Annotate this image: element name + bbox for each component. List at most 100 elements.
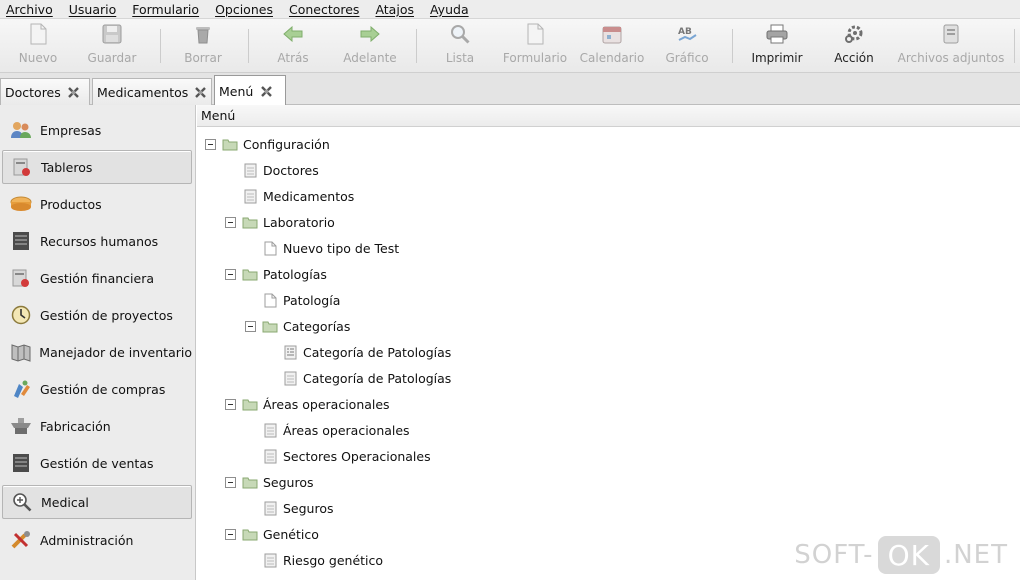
toolbar: Nuevo Guardar Borrar Atrás Adelante List… — [0, 19, 1020, 73]
floppy-disk-icon — [101, 23, 123, 45]
form-icon — [262, 552, 278, 568]
sidebar-item-medical[interactable]: Medical — [2, 485, 192, 519]
menubar: Archivo Usuario Formulario Opciones Cone… — [0, 0, 1020, 19]
collapse-toggle-icon[interactable] — [245, 320, 256, 332]
action-button[interactable]: Acción — [826, 23, 882, 69]
tree-node-sectores-operacionales[interactable]: Sectores Operacionales — [262, 445, 431, 467]
sidebar-item-gestion-proyectos[interactable]: Gestión de proyectos — [2, 298, 192, 332]
sidebar-item-inventario[interactable]: Manejador de inventario — [2, 335, 192, 369]
tree-node-configuracion[interactable]: Configuración — [205, 133, 330, 155]
tab-doctores[interactable]: Doctores — [0, 78, 90, 105]
collapse-toggle-icon[interactable] — [225, 476, 236, 488]
delete-button[interactable]: Borrar — [176, 23, 230, 69]
printer-icon — [766, 23, 788, 45]
menu-formulario[interactable]: Formulario — [132, 2, 199, 17]
toolbar-separator — [248, 29, 249, 63]
tree-node-categoria-patologias-form[interactable]: Categoría de Patologías — [282, 367, 451, 389]
watermark-box: OK — [877, 536, 940, 574]
sidebar-item-productos[interactable]: Productos — [2, 187, 192, 221]
attachments-button[interactable]: Archivos adjuntos — [896, 23, 1006, 69]
tree-node-genetico[interactable]: Genético — [225, 523, 319, 545]
form-icon — [242, 188, 258, 204]
tree-node-seguros-folder[interactable]: Seguros — [225, 471, 314, 493]
folder-icon — [242, 214, 258, 230]
tree-node-laboratorio[interactable]: Laboratorio — [225, 211, 335, 233]
menu-opciones[interactable]: Opciones — [215, 2, 273, 17]
magnifier-icon — [449, 23, 471, 45]
new-button[interactable]: Nuevo — [10, 23, 66, 69]
menu-usuario[interactable]: Usuario — [69, 2, 117, 17]
trash-icon — [192, 23, 214, 45]
sidebar-item-gestion-compras[interactable]: Gestión de compras — [2, 372, 192, 406]
tree-node-seguros[interactable]: Seguros — [262, 497, 334, 519]
forward-button[interactable]: Adelante — [340, 23, 400, 69]
dashboard-icon — [11, 156, 33, 178]
form-button[interactable]: Formulario — [502, 23, 568, 69]
toolbar-separator — [160, 29, 161, 63]
close-icon[interactable] — [194, 85, 207, 99]
panel-title: Menú — [201, 108, 236, 123]
form-icon — [262, 500, 278, 516]
list-button[interactable]: Lista — [436, 23, 484, 69]
tree-node-nuevo-tipo-test[interactable]: Nuevo tipo de Test — [262, 237, 399, 259]
tab-bar: Doctores Medicamentos Menú — [0, 73, 1020, 106]
print-button[interactable]: Imprimir — [748, 23, 806, 69]
back-button[interactable]: Atrás — [266, 23, 320, 69]
menu-conectores[interactable]: Conectores — [289, 2, 359, 17]
watermark-left: SOFT- — [794, 540, 874, 570]
collapse-toggle-icon[interactable] — [225, 268, 236, 280]
tools-icon — [10, 529, 32, 551]
sidebar-item-recursos-humanos[interactable]: Recursos humanos — [2, 224, 192, 258]
panel-header: Menú — [197, 105, 1020, 127]
toolbar-separator — [416, 29, 417, 63]
tree-node-doctores[interactable]: Doctores — [242, 159, 319, 181]
folder-icon — [262, 318, 278, 334]
form-icon — [262, 422, 278, 438]
sidebar-item-administracion[interactable]: Administración — [2, 523, 192, 557]
svg-text:AB: AB — [678, 27, 692, 37]
sidebar-item-fabricacion[interactable]: Fabricación — [2, 409, 192, 443]
tree-node-patologia[interactable]: Patología — [262, 289, 340, 311]
tree-node-categorias[interactable]: Categorías — [245, 315, 350, 337]
module-sidebar: Empresas Tableros Productos Recursos hum… — [0, 105, 196, 580]
sidebar-item-gestion-ventas[interactable]: Gestión de ventas — [2, 446, 192, 480]
tree-node-areas-operacionales[interactable]: Áreas operacionales — [225, 393, 390, 415]
collapse-toggle-icon[interactable] — [205, 138, 216, 150]
new-document-icon — [27, 23, 49, 45]
tab-menu[interactable]: Menú — [214, 75, 286, 106]
sidebar-item-gestion-financiera[interactable]: Gestión financiera — [2, 261, 192, 295]
close-icon[interactable] — [67, 85, 81, 99]
menu-archivo[interactable]: Archivo — [6, 2, 53, 17]
sidebar-item-tableros[interactable]: Tableros — [2, 150, 192, 184]
calendar-button[interactable]: Calendario — [578, 23, 646, 69]
folder-icon — [242, 474, 258, 490]
sidebar-item-empresas[interactable]: Empresas — [2, 113, 192, 147]
menu-ayuda[interactable]: Ayuda — [430, 2, 469, 17]
collapse-toggle-icon[interactable] — [225, 528, 236, 540]
close-icon[interactable] — [259, 84, 273, 98]
collapse-toggle-icon[interactable] — [225, 398, 236, 410]
form-icon — [262, 448, 278, 464]
chart-button[interactable]: AB Gráfico — [660, 23, 714, 69]
folder-icon — [222, 136, 238, 152]
toolbar-separator — [732, 29, 733, 63]
tab-medicamentos[interactable]: Medicamentos — [92, 78, 212, 105]
gear-icon — [843, 23, 865, 45]
tree-view-icon — [282, 344, 298, 360]
tree-node-areas-operacionales-form[interactable]: Áreas operacionales — [262, 419, 410, 441]
folder-icon — [242, 526, 258, 542]
menu-atajos[interactable]: Atajos — [375, 2, 414, 17]
ledger-icon — [10, 230, 32, 252]
magnifier-icon — [11, 491, 33, 513]
products-icon — [10, 193, 32, 215]
people-icon — [10, 119, 32, 141]
finance-icon — [10, 267, 32, 289]
tree-node-medicamentos[interactable]: Medicamentos — [242, 185, 354, 207]
tree-node-categoria-patologias-tree[interactable]: Categoría de Patologías — [282, 341, 451, 363]
tree-node-riesgo-genetico[interactable]: Riesgo genético — [262, 549, 383, 571]
form-document-icon — [524, 23, 546, 45]
tree-node-patologias[interactable]: Patologías — [225, 263, 327, 285]
save-button[interactable]: Guardar — [82, 23, 142, 69]
collapse-toggle-icon[interactable] — [225, 216, 236, 228]
clock-icon — [10, 304, 32, 326]
